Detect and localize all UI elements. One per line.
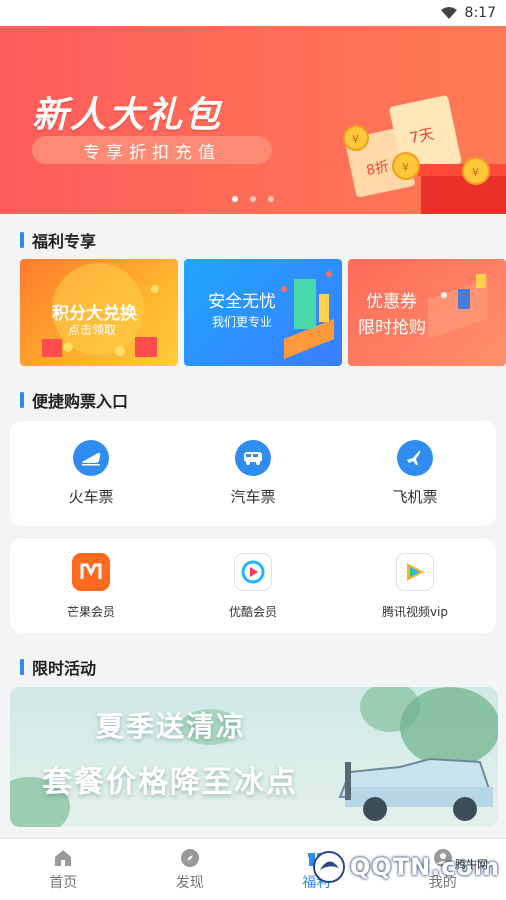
- nav-home[interactable]: 首页: [0, 839, 127, 900]
- tencent-video-icon: [396, 552, 434, 591]
- tencent-video-button[interactable]: 腾讯视频vip: [334, 539, 496, 633]
- nav-discover-label: 发现: [175, 874, 204, 891]
- welfare-card-points[interactable]: 积分大兑换 点击领取: [20, 259, 178, 366]
- train-icon: [73, 440, 109, 476]
- welfare-card-title: 优惠券: [366, 292, 417, 312]
- train-ticket-label: 火车票: [68, 488, 114, 506]
- section-accent-bar: [20, 659, 24, 675]
- train-ticket-button[interactable]: 火车票: [10, 421, 172, 526]
- bus-icon: [235, 440, 271, 476]
- bus-ticket-button[interactable]: 汽车票: [172, 421, 334, 526]
- banner-title: 新人大礼包: [32, 95, 223, 136]
- welfare-card-coupon[interactable]: 优惠券 限时抢购: [348, 259, 506, 366]
- carousel-dot[interactable]: [250, 196, 256, 202]
- coupon-illustration: 8折 7天 ¥ ¥ ¥: [343, 95, 506, 214]
- youku-member-button[interactable]: 优酷会员: [172, 539, 334, 633]
- status-time: 8:17: [464, 5, 496, 21]
- plane-ticket-button[interactable]: 飞机票: [334, 421, 496, 526]
- mango-tv-icon: [72, 552, 110, 591]
- mango-member-button[interactable]: 芒果会员: [10, 539, 172, 633]
- svg-text:¥: ¥: [352, 133, 359, 146]
- activity-section-heading: 限时活动: [20, 655, 96, 679]
- summer-activity-banner[interactable]: 夏季送清凉 套餐价格降至冰点: [10, 687, 498, 827]
- welfare-heading-text: 福利专享: [32, 232, 97, 251]
- nav-home-label: 首页: [49, 874, 78, 891]
- carousel-dot[interactable]: [268, 196, 274, 202]
- carousel-indicator: [0, 196, 506, 202]
- home-icon: [55, 849, 72, 866]
- watermark-small-text: 腾牛网: [455, 858, 488, 871]
- tencent-video-label: 腾讯视频vip: [381, 604, 449, 619]
- section-accent-bar: [20, 232, 24, 248]
- welfare-card-security[interactable]: 安全无忧 我们更专业: [184, 259, 342, 366]
- mango-member-label: 芒果会员: [66, 604, 115, 619]
- bus-ticket-label: 汽车票: [230, 488, 276, 506]
- welfare-card-title: 安全无忧: [208, 292, 276, 312]
- ticket-entry-panel: 火车票 汽车票 飞机票: [10, 421, 496, 526]
- svg-text:¥: ¥: [472, 166, 479, 179]
- activity-title-line2: 套餐价格降至冰点: [42, 765, 298, 800]
- plane-ticket-label: 飞机票: [392, 488, 438, 506]
- wifi-icon: [440, 7, 457, 19]
- plane-icon: [397, 440, 433, 476]
- membership-panel: 芒果会员 优酷会员 腾讯视频vip: [10, 539, 496, 633]
- status-bar: 8:17: [0, 0, 506, 26]
- svg-text:¥: ¥: [402, 161, 409, 174]
- youku-member-label: 优酷会员: [228, 604, 277, 619]
- watermark-logo-icon: [312, 851, 345, 883]
- welfare-card-subtitle: 限时抢购: [358, 318, 426, 338]
- section-accent-bar: [20, 392, 24, 408]
- youku-icon: [234, 552, 272, 591]
- activity-title-line1: 夏季送清凉: [96, 710, 247, 743]
- site-watermark: QQTN.com 腾牛网: [312, 850, 500, 884]
- welfare-card-subtitle: 我们更专业: [212, 315, 273, 329]
- welfare-card-row: 积分大兑换 点击领取 安全无忧 我们更专业 优惠券 限时抢购: [20, 259, 506, 366]
- welfare-card-subtitle: 点击领取: [68, 323, 117, 337]
- tickets-section-heading: 便捷购票入口: [20, 388, 128, 412]
- welfare-section-heading: 福利专享: [20, 228, 96, 252]
- banner-subtitle: 专享折扣充值: [32, 136, 272, 164]
- promo-banner[interactable]: 新人大礼包 专享折扣充值 8折 7天 ¥ ¥ ¥: [0, 26, 506, 214]
- carousel-dot[interactable]: [232, 196, 238, 202]
- activity-heading-text: 限时活动: [32, 659, 97, 678]
- nav-discover[interactable]: 发现: [127, 839, 254, 900]
- tickets-heading-text: 便捷购票入口: [32, 392, 129, 411]
- compass-icon: [180, 848, 199, 867]
